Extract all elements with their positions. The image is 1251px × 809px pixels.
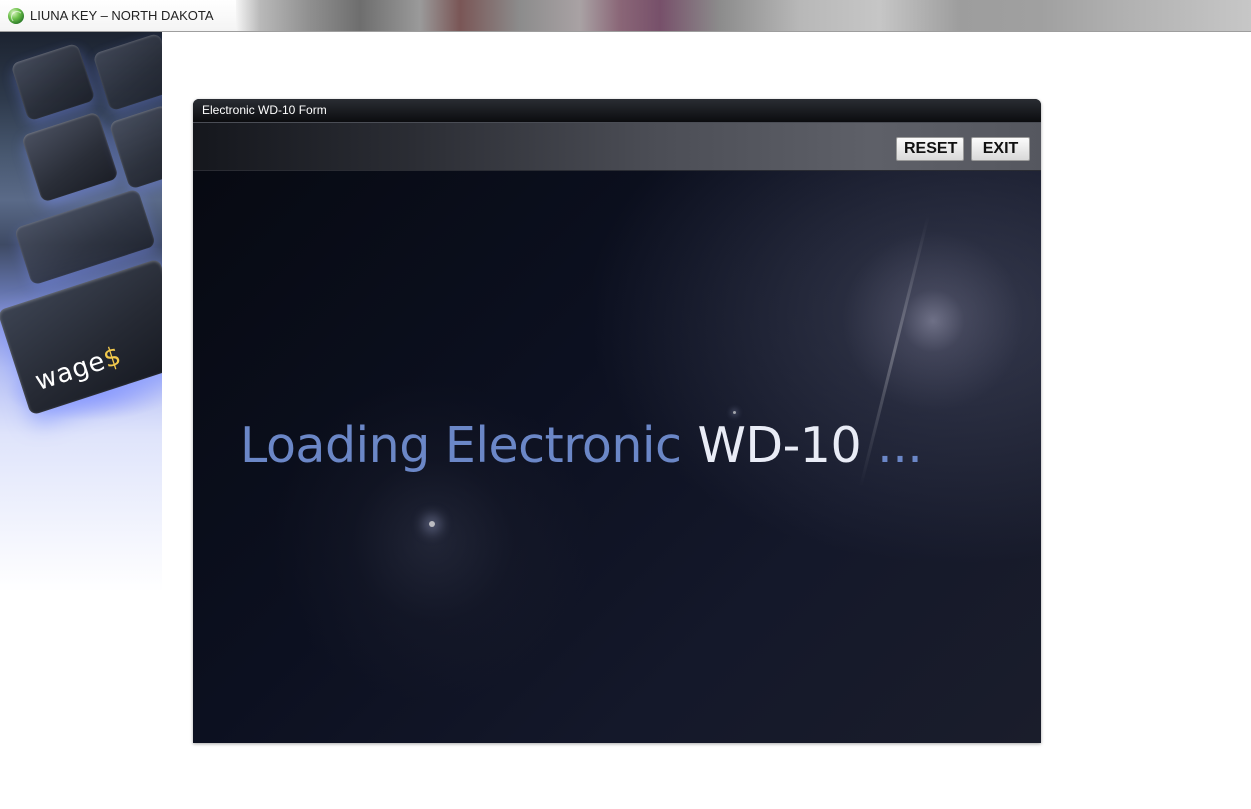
loading-stage: Loading Electronic WD-10... <box>193 171 1041 743</box>
keyboard-key <box>21 111 119 203</box>
keyboard-key <box>108 104 162 190</box>
reset-button[interactable]: RESET <box>896 137 964 161</box>
exit-button[interactable]: EXIT <box>971 137 1030 161</box>
lens-flare-dot <box>429 521 435 527</box>
form-title: Electronic WD-10 Form <box>202 103 327 117</box>
sidebar-banner: wage$ <box>0 32 162 809</box>
loading-prefix: Loading Electronic <box>240 417 682 474</box>
loading-highlight: WD-10 <box>697 417 862 474</box>
window-titlebar: LIUNA KEY – NORTH DAKOTA <box>0 0 1251 32</box>
keyboard-photo: wage$ <box>0 32 162 592</box>
window-title-area: LIUNA KEY – NORTH DAKOTA <box>0 0 236 31</box>
form-toolbar: RESET EXIT <box>193 123 1041 171</box>
lens-flare-dot <box>733 411 736 414</box>
window-title: LIUNA KEY – NORTH DAKOTA <box>30 8 214 23</box>
loading-ellipsis: ... <box>877 417 923 474</box>
form-titlebar: Electronic WD-10 Form <box>193 99 1041 123</box>
globe-refresh-icon <box>8 7 24 24</box>
wages-key <box>0 258 162 416</box>
wd10-form-window: Electronic WD-10 Form RESET EXIT Loading… <box>193 99 1041 743</box>
keyboard-key <box>92 32 162 112</box>
keyboard-key <box>10 42 96 122</box>
loading-message: Loading Electronic WD-10... <box>240 417 923 474</box>
